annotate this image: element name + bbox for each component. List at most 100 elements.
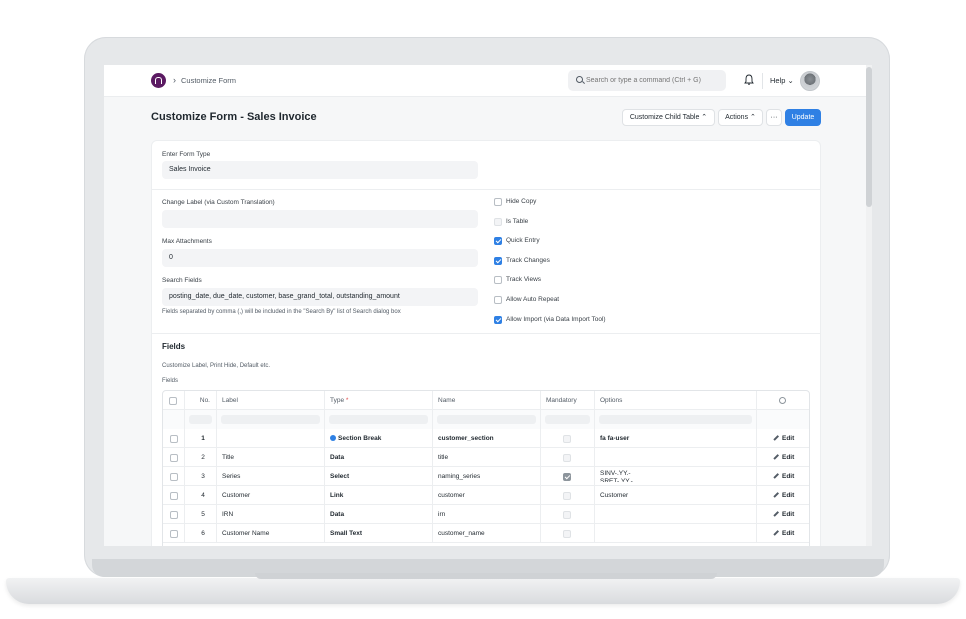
edit-button[interactable]: Edit: [757, 429, 809, 448]
filter-mandatory[interactable]: [541, 410, 595, 429]
fields-grid-label: Fields: [162, 378, 179, 384]
row-options: [595, 505, 757, 524]
breadcrumb-customize-form[interactable]: Customize Form: [181, 76, 236, 85]
update-button[interactable]: Update: [785, 109, 821, 126]
help-label: Help: [770, 76, 786, 85]
filter-mandatory-input[interactable]: [545, 415, 590, 424]
select-all-checkbox[interactable]: [169, 397, 177, 405]
row-name: irn: [433, 505, 541, 524]
search-bar[interactable]: [568, 70, 726, 91]
pencil-icon: [773, 510, 779, 516]
row-select: [163, 486, 185, 505]
grid-filter-row: [163, 410, 809, 429]
row-select: [163, 524, 185, 543]
filter-cell: [163, 410, 185, 429]
edit-button[interactable]: Edit: [757, 505, 809, 524]
pencil-icon: [773, 472, 779, 478]
search-input[interactable]: [586, 70, 722, 91]
form-type-label: Enter Form Type: [162, 151, 211, 158]
col-no: No.: [185, 391, 217, 410]
form-type-input[interactable]: Sales Invoice: [162, 161, 478, 179]
row-name: customer_section: [433, 429, 541, 448]
checkbox-label: Hide Copy: [506, 198, 537, 205]
filter-type[interactable]: [325, 410, 433, 429]
row-label: Customer Name: [217, 524, 325, 543]
edit-button[interactable]: Edit: [757, 486, 809, 505]
row-checkbox[interactable]: [170, 435, 178, 443]
change-label-label: Change Label (via Custom Translation): [162, 199, 275, 206]
table-row[interactable]: 5 IRN Data irn Edit: [163, 505, 809, 524]
checkbox-box[interactable]: [494, 198, 502, 206]
chevron-down-icon: ⌄: [787, 76, 794, 85]
checkbox-box[interactable]: [494, 257, 502, 265]
table-row[interactable]: 3 Series Select naming_series SINV-.YY.-…: [163, 467, 809, 486]
gear-icon[interactable]: [779, 397, 786, 404]
row-checkbox[interactable]: [170, 454, 178, 462]
row-name: title: [433, 448, 541, 467]
filter-type-input[interactable]: [329, 415, 428, 424]
edit-button[interactable]: Edit: [757, 448, 809, 467]
user-avatar[interactable]: [800, 71, 820, 91]
checkbox-box[interactable]: [494, 276, 502, 284]
change-label-input[interactable]: [162, 210, 478, 228]
checkbox-box[interactable]: [494, 237, 502, 245]
row-type: Link: [325, 486, 433, 505]
page-title: Customize Form - Sales Invoice: [151, 111, 317, 123]
fields-section-subtitle: Customize Label, Print Hide, Default etc…: [162, 363, 271, 369]
row-select: [163, 505, 185, 524]
max-attachments-input[interactable]: 0: [162, 249, 478, 267]
row-name: customer_name: [433, 524, 541, 543]
navbar-divider: [762, 73, 763, 89]
row-type-text: Section Break: [338, 435, 382, 442]
filter-options[interactable]: [595, 410, 757, 429]
filter-name[interactable]: [433, 410, 541, 429]
mandatory-checkbox: [563, 492, 571, 500]
edit-button[interactable]: Edit: [757, 467, 809, 486]
row-checkbox[interactable]: [170, 530, 178, 538]
search-fields-input[interactable]: posting_date, due_date, customer, base_g…: [162, 288, 478, 306]
row-mandatory: [541, 448, 595, 467]
row-select: [163, 429, 185, 448]
row-checkbox[interactable]: [170, 473, 178, 481]
checkbox-label: Allow Import (via Data Import Tool): [506, 316, 606, 323]
row-mandatory: [541, 486, 595, 505]
table-row[interactable]: 4 Customer Link customer Customer Edit: [163, 486, 809, 505]
filter-label-input[interactable]: [221, 415, 320, 424]
page-scrollbar[interactable]: [866, 65, 872, 546]
app-logo-icon[interactable]: [151, 73, 166, 88]
edit-button[interactable]: Edit: [757, 524, 809, 543]
row-label: Title: [217, 448, 325, 467]
more-options-button[interactable]: ···: [766, 109, 782, 126]
mandatory-checkbox: [563, 511, 571, 519]
row-no: 4: [185, 486, 217, 505]
table-row[interactable]: 2 Title Data title Edit: [163, 448, 809, 467]
row-label: [217, 429, 325, 448]
row-mandatory: [541, 467, 595, 486]
row-name: naming_series: [433, 467, 541, 486]
filter-options-input[interactable]: [599, 415, 752, 424]
pencil-icon: [773, 453, 779, 459]
checkbox-label: Quick Entry: [506, 237, 540, 244]
table-row[interactable]: 6 Customer Name Small Text customer_name…: [163, 524, 809, 543]
filter-no-input[interactable]: [189, 415, 212, 424]
filter-name-input[interactable]: [437, 415, 536, 424]
checkbox-box[interactable]: [494, 296, 502, 304]
filter-empty: [757, 410, 809, 429]
checkbox-box[interactable]: [494, 316, 502, 324]
filter-label[interactable]: [217, 410, 325, 429]
actions-button[interactable]: Actions ⌃: [718, 109, 763, 126]
row-options: Customer: [595, 486, 757, 505]
filter-no[interactable]: [185, 410, 217, 429]
row-checkbox[interactable]: [170, 511, 178, 519]
notification-bell-icon[interactable]: [744, 74, 754, 86]
table-row[interactable]: [163, 543, 809, 546]
table-row[interactable]: 1 Section Break customer_section fa fa-u…: [163, 429, 809, 448]
row-checkbox[interactable]: [170, 492, 178, 500]
pencil-icon: [773, 491, 779, 497]
col-mandatory: Mandatory: [541, 391, 595, 410]
help-dropdown[interactable]: Help ⌄: [770, 76, 794, 85]
edit-label: Edit: [782, 492, 795, 499]
scrollbar-thumb[interactable]: [866, 67, 872, 207]
customize-child-table-button[interactable]: Customize Child Table ⌃: [622, 109, 715, 126]
grid-header-row: No. Label Type * Name Mandatory Options: [163, 391, 809, 410]
